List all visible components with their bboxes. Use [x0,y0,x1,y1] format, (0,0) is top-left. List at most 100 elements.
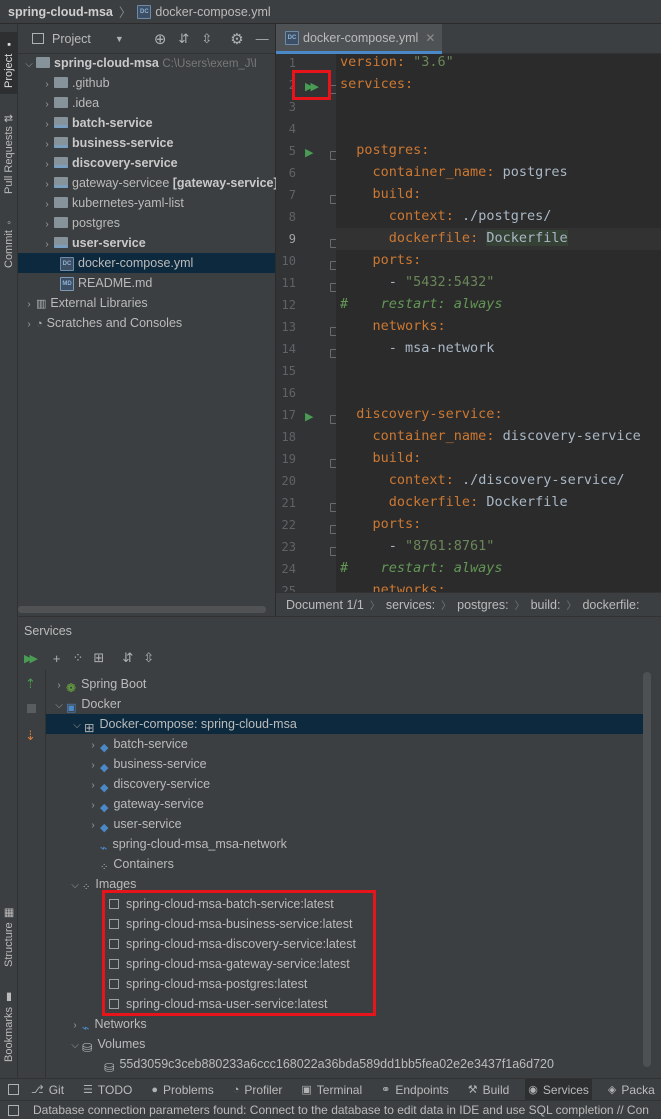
run-service-icon[interactable]: ▶ [305,146,313,159]
tab-commit[interactable]: Commit ◦ [0,212,18,272]
chevron-right-icon[interactable]: › [86,816,100,836]
breadcrumb-file[interactable]: docker-compose.yml [155,5,270,19]
run-service-icon[interactable]: ▶ [305,410,313,423]
status-toggle-icon[interactable] [8,1104,19,1116]
toggle-layout-icon[interactable] [8,1084,19,1095]
tree-item[interactable]: › kubernetes-yaml-list [40,193,184,213]
chevron-right-icon[interactable]: › [52,676,66,696]
chevron-right-icon[interactable]: › [40,95,54,115]
tree-item[interactable]: › batch-service [40,113,152,135]
tab-pull-requests[interactable]: Pull Requests ⇅ [0,104,18,204]
chevron-right-icon[interactable]: › [86,776,100,796]
tool-window-endpoints[interactable]: ⚭ Endpoints [378,1079,452,1100]
tree-item[interactable]: › discovery-service [40,153,177,175]
tool-window-services[interactable]: ◉ Services [525,1079,592,1100]
chevron-right-icon[interactable]: › [68,1016,82,1036]
deploy-icon[interactable]: ⇡ [25,676,36,692]
breadcrumb-build[interactable]: build: [531,598,561,612]
tree-item[interactable]: › postgres [40,213,120,233]
chevron-down-icon[interactable]: ⌵ [52,696,66,716]
locate-icon[interactable]: ⊕ [154,30,167,48]
chevron-right-icon[interactable]: › [40,115,54,135]
tree-item[interactable]: › business-service [40,133,173,153]
chevron-right-icon[interactable]: › [40,75,54,95]
project-view-selector[interactable]: Project [52,32,91,46]
tab-bookmarks[interactable]: Bookmarks ▮ [0,986,18,1066]
line-number: 13 [281,320,296,334]
horizontal-scrollbar[interactable] [18,606,266,613]
tree-item[interactable]: › ▥ External Libraries [22,293,147,315]
tool-window-profiler[interactable]: ◔ Profiler [230,1079,286,1100]
expand-all-icon[interactable]: ⇵ [122,650,133,666]
tree-item[interactable]: MD README.md [60,273,152,293]
chevron-right-icon[interactable]: › [40,155,54,175]
tool-window-todo[interactable]: ☰ TODO [80,1079,135,1100]
chevron-right-icon[interactable]: › [86,756,100,776]
breadcrumb-document[interactable]: Document 1/1 [286,598,364,612]
tool-window-problems[interactable]: ● Problems [148,1079,216,1100]
tab-structure[interactable]: Structure ▦ [0,904,18,970]
breadcrumb-postgres[interactable]: postgres: [457,598,508,612]
tree-item[interactable]: › ◔ Scratches and Consoles [22,313,182,333]
expand-all-icon[interactable]: ⇵ [178,31,189,47]
breadcrumb-separator: 〉 [118,6,132,20]
breadcrumb-services[interactable]: services: [386,598,435,612]
chevron-right-icon[interactable]: › [40,175,54,195]
hide-icon[interactable]: — [256,31,269,46]
chevron-right-icon[interactable]: › [22,295,36,315]
tree-item[interactable]: › gateway-servicee [gateway-service] [40,173,277,195]
chevron-down-icon[interactable]: ▼ [115,34,124,44]
chevron-down-icon[interactable]: ⌵ [22,55,36,75]
tool-window-packages[interactable]: ◈ Packa [605,1079,658,1100]
chevron-right-icon[interactable]: › [40,135,54,155]
add-service-icon[interactable]: + [53,651,61,666]
tree-node-containers[interactable]: ⁘ Containers [86,854,174,874]
tree-node-compose[interactable]: ⌵ ⊞ Docker-compose: spring-cloud-msa [46,714,643,736]
tree-item[interactable]: › .idea [40,93,99,113]
tree-root[interactable]: ⌵ spring-cloud-msa C:\Users\exem_J\I [22,53,275,73]
editor-tab[interactable]: DC docker-compose.yml ✕ [276,24,442,54]
stop-icon[interactable] [27,704,36,713]
collapse-all-icon[interactable]: ⇳ [143,650,154,666]
tree-item[interactable]: › user-service [40,233,145,255]
run-icon[interactable]: ▶▶ [24,652,38,665]
vertical-scrollbar[interactable] [643,672,651,1067]
tool-window-git[interactable]: ⎇ Git [28,1079,67,1100]
chevron-right-icon[interactable]: › [22,315,36,335]
gear-icon[interactable]: ⚙ [230,30,243,48]
tree-node-docker[interactable]: ⌵ ▣ Docker [52,694,121,714]
tab-project[interactable]: Project ▪ [0,32,18,94]
group-by-icon[interactable]: ⁘ [73,650,84,666]
breadcrumb-project[interactable]: spring-cloud-msa [8,5,113,19]
status-message[interactable]: Database connection parameters found: Co… [33,1103,649,1117]
chevron-right-icon[interactable]: › [40,195,54,215]
project-view-icon [32,33,44,44]
breadcrumb-dockerfile[interactable]: dockerfile: [582,598,639,612]
tree-node-service[interactable]: › ◆ business-service [86,754,206,776]
chevron-down-icon[interactable]: ⌵ [68,1036,82,1056]
tree-node-volumes[interactable]: ⌵ ⛁ Volumes [68,1034,145,1056]
chevron-right-icon[interactable]: › [40,235,54,255]
code-editor[interactable]: version: "3.6" services: postgres: conta… [336,54,661,592]
collapse-all-icon[interactable]: ⇳ [201,31,212,47]
chevron-down-icon[interactable]: ⌵ [70,716,84,736]
tree-node-service[interactable]: › ◆ discovery-service [86,774,210,794]
tree-node-service[interactable]: › ◆ gateway-service [86,794,203,816]
chevron-down-icon[interactable]: ⌵ [68,876,82,896]
tree-node-volume[interactable]: ⛁ 55d3059c3ceb880233a6ccc168022a36bda589d… [104,1054,554,1075]
tool-window-build[interactable]: ⚒ Build [465,1079,513,1100]
new-tab-icon[interactable]: ⊞ [93,650,104,666]
tree-node-spring-boot[interactable]: › ❁ Spring Boot [52,674,146,696]
tool-window-terminal[interactable]: ▣ Terminal [298,1079,365,1100]
disconnect-icon[interactable]: ⇣ [25,728,36,744]
chevron-right-icon[interactable]: › [86,796,100,816]
close-icon[interactable]: ✕ [425,31,435,45]
tree-node-network[interactable]: ⌁ spring-cloud-msa_msa-network [100,834,287,855]
tree-item-selected[interactable]: DC docker-compose.yml [18,253,275,273]
tree-node-service[interactable]: › ◆ batch-service [86,734,187,756]
tree-item[interactable]: › .github [40,73,109,95]
chevron-right-icon[interactable]: › [40,215,54,235]
chevron-right-icon[interactable]: › [86,736,100,756]
tree-node-service[interactable]: › ◆ user-service [86,814,181,836]
tree-node-networks[interactable]: › ⌁ Networks [68,1014,146,1036]
